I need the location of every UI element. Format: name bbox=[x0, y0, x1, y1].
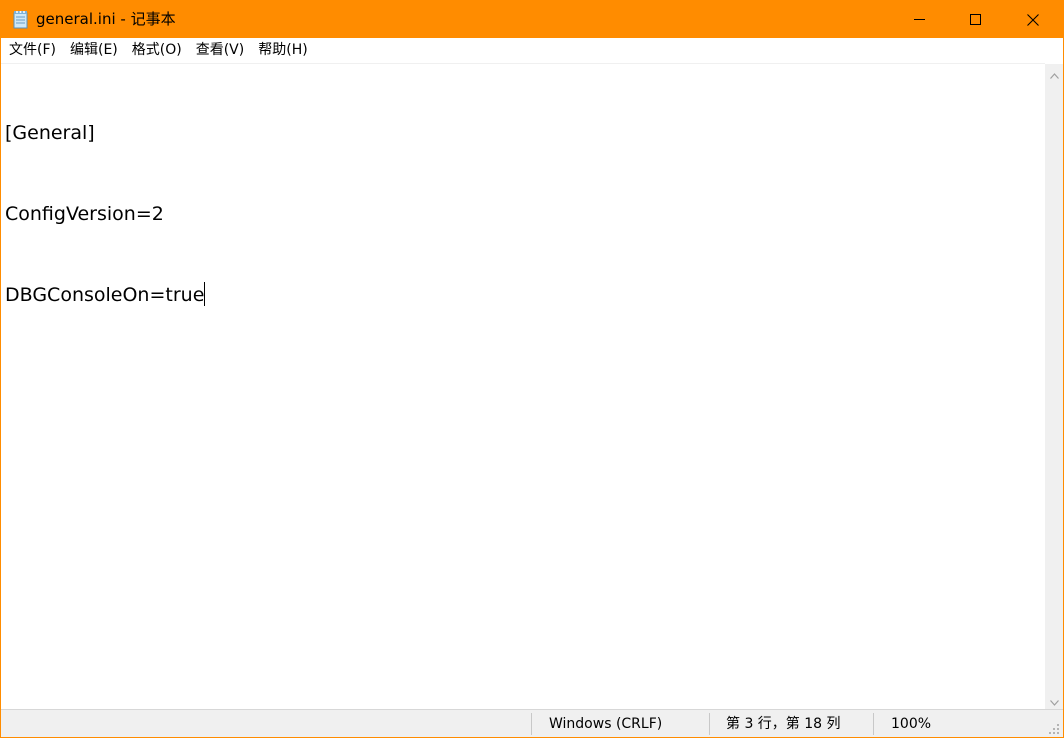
chevron-down-icon bbox=[1049, 691, 1059, 710]
status-bar: Windows (CRLF) 第 3 行，第 18 列 100% bbox=[1, 709, 1063, 737]
close-button[interactable] bbox=[1005, 1, 1061, 38]
document-text[interactable]: [General] ConfigVersion=2 DBGConsoleOn=t… bbox=[5, 66, 206, 363]
menu-edit[interactable]: 编辑(E) bbox=[63, 38, 125, 63]
title-bar[interactable]: general.ini - 记事本 bbox=[1, 1, 1063, 38]
close-icon bbox=[1027, 13, 1039, 26]
menu-bar: 文件(F) 编辑(E) 格式(O) 查看(V) 帮助(H) bbox=[1, 38, 1063, 63]
resize-grip-icon[interactable] bbox=[1048, 723, 1060, 735]
notepad-window: general.ini - 记事本 文件(F) 编辑(E) 格式(O) 查看(V… bbox=[0, 0, 1064, 738]
status-zoom: 100% bbox=[891, 716, 932, 732]
scroll-up-button[interactable] bbox=[1045, 64, 1063, 82]
minimize-button[interactable] bbox=[891, 1, 947, 38]
text-line: [General] bbox=[5, 122, 95, 144]
minimize-icon bbox=[913, 14, 925, 25]
maximize-button[interactable] bbox=[947, 1, 1003, 38]
scroll-down-button[interactable] bbox=[1045, 691, 1063, 709]
notepad-icon bbox=[12, 10, 30, 29]
menu-format[interactable]: 格式(O) bbox=[125, 38, 189, 63]
status-divider bbox=[531, 713, 532, 735]
status-position: 第 3 行，第 18 列 bbox=[726, 716, 841, 732]
text-caret bbox=[204, 282, 206, 306]
status-divider bbox=[873, 713, 874, 735]
menu-view[interactable]: 查看(V) bbox=[189, 38, 252, 63]
status-encoding: Windows (CRLF) bbox=[549, 716, 663, 732]
text-editor[interactable]: [General] ConfigVersion=2 DBGConsoleOn=t… bbox=[1, 63, 1045, 710]
vertical-scrollbar[interactable] bbox=[1045, 64, 1063, 709]
text-line: ConfigVersion=2 bbox=[5, 203, 164, 225]
menu-file[interactable]: 文件(F) bbox=[1, 38, 63, 63]
status-divider bbox=[709, 713, 710, 735]
maximize-icon bbox=[969, 14, 981, 25]
menu-help[interactable]: 帮助(H) bbox=[251, 38, 314, 63]
text-line: DBGConsoleOn=true bbox=[5, 282, 206, 306]
chevron-up-icon bbox=[1049, 64, 1059, 83]
window-title: general.ini - 记事本 bbox=[36, 10, 176, 28]
